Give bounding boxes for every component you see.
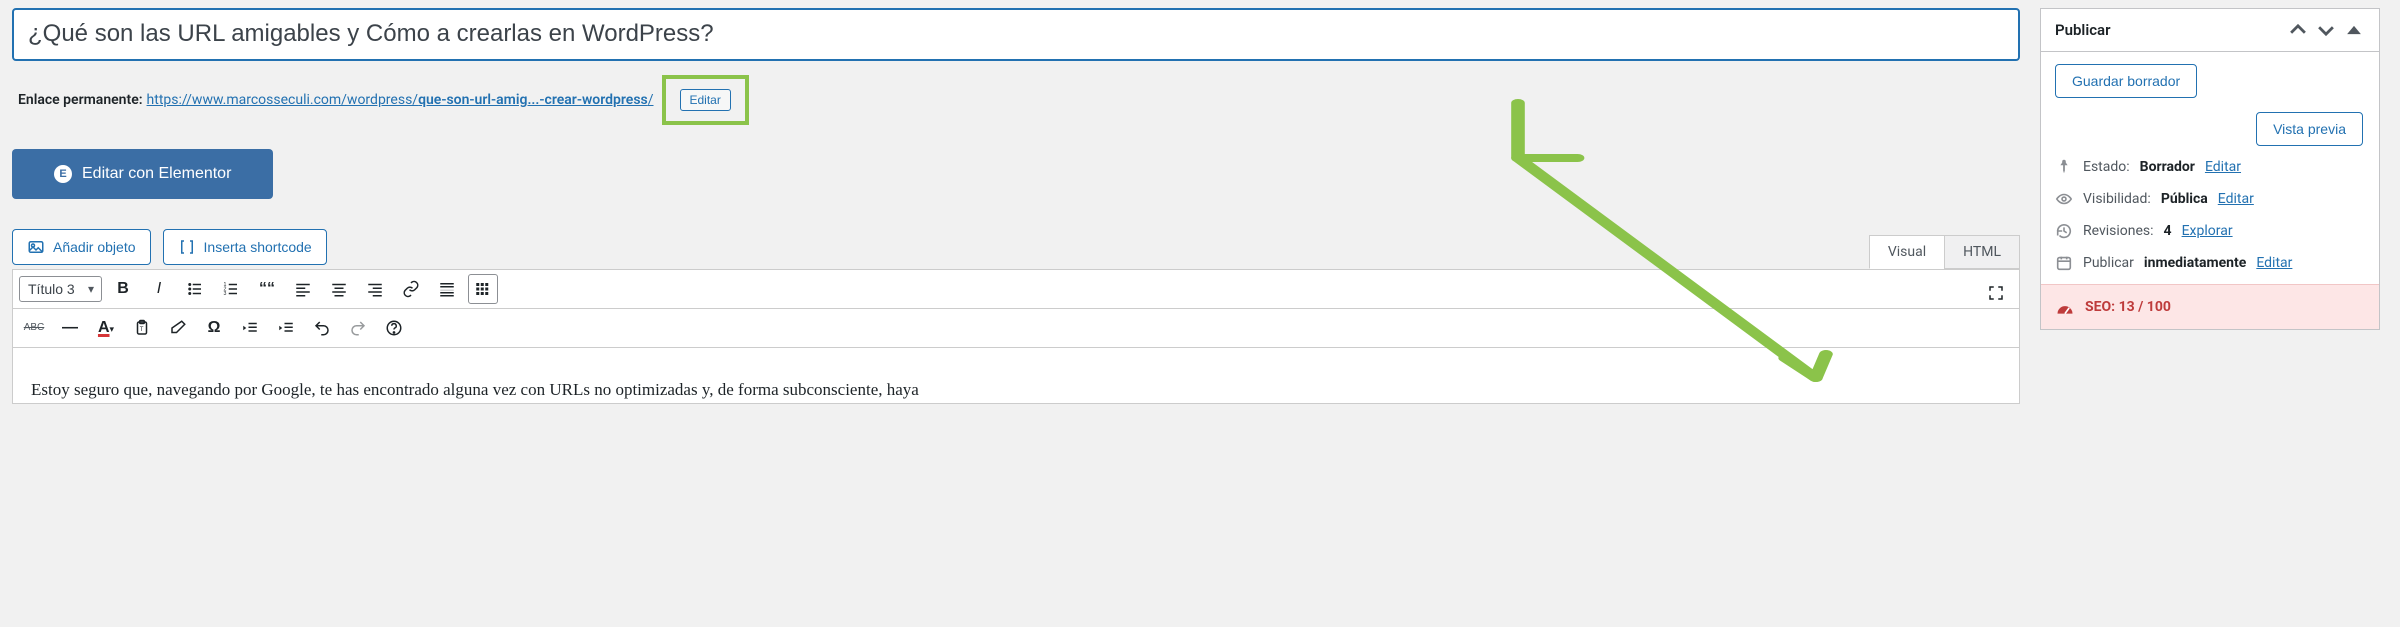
help-button[interactable]: [379, 313, 409, 343]
revisions-value: 4: [2164, 223, 2172, 239]
status-value: Borrador: [2140, 159, 2195, 175]
align-left-button[interactable]: [288, 274, 318, 304]
format-select[interactable]: Título 3: [19, 276, 102, 302]
fullscreen-button[interactable]: [1981, 278, 2011, 308]
clear-formatting-button[interactable]: [163, 313, 193, 343]
revisions-label: Revisiones:: [2083, 223, 2154, 239]
panel-collapse-button[interactable]: [2343, 19, 2365, 41]
chevron-up-icon: [2287, 19, 2309, 41]
readmore-icon: [438, 280, 456, 298]
status-row: Estado: Borrador Editar: [2055, 158, 2365, 176]
editor-toolbar-row1: Título 3 B I 123 ““: [12, 269, 2020, 309]
publish-date-edit-link[interactable]: Editar: [2256, 255, 2292, 271]
edit-with-elementor-button[interactable]: E Editar con Elementor: [12, 149, 273, 199]
tab-html[interactable]: HTML: [1944, 235, 2020, 269]
text-color-letter: A: [98, 319, 110, 337]
blockquote-button[interactable]: ““: [252, 274, 282, 304]
redo-icon: [349, 319, 367, 337]
insert-readmore-button[interactable]: [432, 274, 462, 304]
visibility-row: Visibilidad: Pública Editar: [2055, 190, 2365, 208]
seo-label: SEO:: [2085, 299, 2115, 315]
visibility-label: Visibilidad:: [2083, 191, 2151, 207]
bold-button[interactable]: B: [108, 274, 138, 304]
numbered-list-icon: 123: [222, 280, 240, 298]
eye-icon: [2055, 190, 2073, 208]
redo-button[interactable]: [343, 313, 373, 343]
indent-button[interactable]: [271, 313, 301, 343]
status-label: Estado:: [2083, 159, 2130, 175]
permalink-slug: que-son-url-amig...-crear-wordpress: [418, 92, 648, 108]
revisions-explore-link[interactable]: Explorar: [2182, 223, 2233, 239]
permalink-label: Enlace permanente:: [18, 92, 143, 108]
outdent-button[interactable]: [235, 313, 265, 343]
permalink-base: https://www.marcosseculi.com/wordpress/: [147, 92, 419, 108]
editor-wrap: Visual HTML Título 3 B I 123: [12, 235, 2020, 404]
toolbar-toggle-button[interactable]: [468, 274, 498, 304]
publish-date-row: Publicar inmediatamente Editar: [2055, 254, 2365, 272]
toolbar-toggle-icon: [474, 280, 492, 298]
seo-score: 13 / 100: [2119, 299, 2171, 315]
permalink-link[interactable]: https://www.marcosseculi.com/wordpress/q…: [147, 92, 654, 108]
bullet-list-button[interactable]: [180, 274, 210, 304]
permalink-edit-highlight: Editar: [662, 75, 749, 125]
permalink-edit-button[interactable]: Editar: [680, 89, 731, 111]
chevron-down-icon: [2315, 19, 2337, 41]
bullet-list-icon: [186, 280, 204, 298]
elementor-label: Editar con Elementor: [82, 165, 231, 183]
history-icon: [2055, 222, 2073, 240]
svg-text:T: T: [140, 327, 144, 333]
seo-score-bar: SEO: 13 / 100: [2041, 284, 2379, 329]
numbered-list-button[interactable]: 123: [216, 274, 246, 304]
visibility-value: Pública: [2161, 191, 2208, 207]
eraser-icon: [169, 319, 187, 337]
align-right-button[interactable]: [360, 274, 390, 304]
post-title-input[interactable]: [12, 8, 2020, 61]
strikethrough-button[interactable]: ABC: [19, 313, 49, 343]
panel-move-down-button[interactable]: [2315, 19, 2337, 41]
revisions-row: Revisiones: 4 Explorar: [2055, 222, 2365, 240]
pin-icon: [2055, 158, 2073, 176]
elementor-icon: E: [54, 165, 72, 183]
indent-icon: [277, 319, 295, 337]
publish-panel: Publicar Guardar borrador Vista prev: [2040, 8, 2380, 330]
hr-button[interactable]: —: [55, 313, 85, 343]
align-center-icon: [330, 280, 348, 298]
visibility-edit-link[interactable]: Editar: [2218, 191, 2254, 207]
outdent-icon: [241, 319, 259, 337]
triangle-up-icon: [2343, 19, 2365, 41]
seo-gauge-icon: [2055, 297, 2075, 317]
publish-date-label: Publicar: [2083, 255, 2134, 271]
strike-label: ABC: [20, 322, 49, 333]
permalink-trail: /: [648, 92, 654, 108]
text-color-button[interactable]: A ▾: [91, 313, 121, 343]
align-left-icon: [294, 280, 312, 298]
undo-icon: [313, 319, 331, 337]
publish-panel-title: Publicar: [2055, 21, 2111, 39]
panel-move-up-button[interactable]: [2287, 19, 2309, 41]
editor-content[interactable]: Estoy seguro que, navegando por Google, …: [12, 348, 2020, 404]
fullscreen-icon: [1987, 284, 2005, 302]
editor-tabs: Visual HTML: [12, 235, 2020, 269]
special-char-button[interactable]: Ω: [199, 313, 229, 343]
publish-date-value: inmediatamente: [2144, 255, 2246, 271]
clipboard-icon: T: [133, 319, 151, 337]
calendar-icon: [2055, 254, 2073, 272]
align-right-icon: [366, 280, 384, 298]
insert-link-button[interactable]: [396, 274, 426, 304]
editor-toolbar-row2: ABC — A ▾ T Ω: [12, 309, 2020, 348]
preview-button[interactable]: Vista previa: [2256, 112, 2363, 146]
paste-text-button[interactable]: T: [127, 313, 157, 343]
tab-visual[interactable]: Visual: [1869, 235, 1945, 269]
italic-button[interactable]: I: [144, 274, 174, 304]
save-draft-button[interactable]: Guardar borrador: [2055, 64, 2197, 98]
link-icon: [402, 280, 420, 298]
svg-text:3: 3: [224, 291, 227, 297]
status-edit-link[interactable]: Editar: [2205, 159, 2241, 175]
help-icon: [385, 319, 403, 337]
permalink-row: Enlace permanente: https://www.marcossec…: [18, 75, 2020, 125]
align-center-button[interactable]: [324, 274, 354, 304]
undo-button[interactable]: [307, 313, 337, 343]
